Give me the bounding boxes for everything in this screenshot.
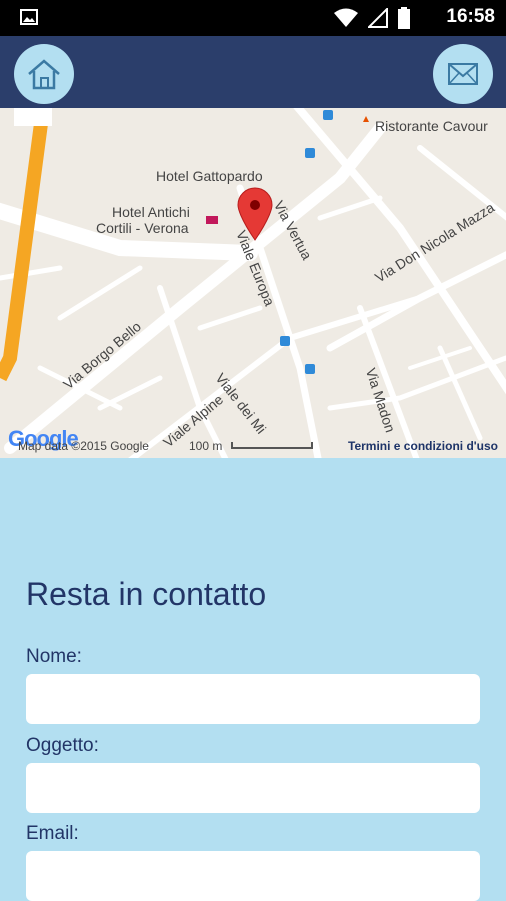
map-label-hotel-antichi: Hotel Antichi [112, 204, 190, 220]
email-label: Email: [26, 823, 79, 844]
map-label-hotel-antichi-2: Cortili - Verona [96, 220, 189, 236]
map-view[interactable]: Ristorante Cavour Hotel Gattopardo Hotel… [0, 108, 506, 458]
form-title: Resta in contatto [26, 576, 267, 612]
image-notification-icon [20, 9, 38, 25]
subject-field[interactable] [26, 763, 480, 813]
status-bar: 16:58 [0, 0, 506, 36]
status-time: 16:58 [446, 6, 495, 27]
home-button[interactable] [14, 44, 74, 104]
map-scale-label: 100 m [189, 439, 223, 453]
name-label: Nome: [26, 646, 82, 667]
battery-icon [398, 7, 410, 29]
contact-form: Resta in contatto Nome: Oggetto: Email: [0, 458, 506, 901]
home-icon [28, 59, 60, 90]
subject-label: Oggetto: [26, 735, 99, 756]
wifi-icon [334, 8, 358, 27]
map-terms-link[interactable]: Termini e condizioni d'uso [348, 439, 498, 453]
mail-button[interactable] [433, 44, 493, 104]
map-label-ristorante: Ristorante Cavour [375, 118, 488, 134]
map-data-attribution: Map data ©2015 Google [18, 439, 149, 453]
map-label-hotel-gattopardo: Hotel Gattopardo [156, 168, 263, 184]
app-bar [0, 36, 506, 108]
signal-icon [368, 8, 388, 28]
email-field[interactable] [26, 851, 480, 901]
mail-icon [448, 63, 478, 85]
name-field[interactable] [26, 674, 480, 724]
